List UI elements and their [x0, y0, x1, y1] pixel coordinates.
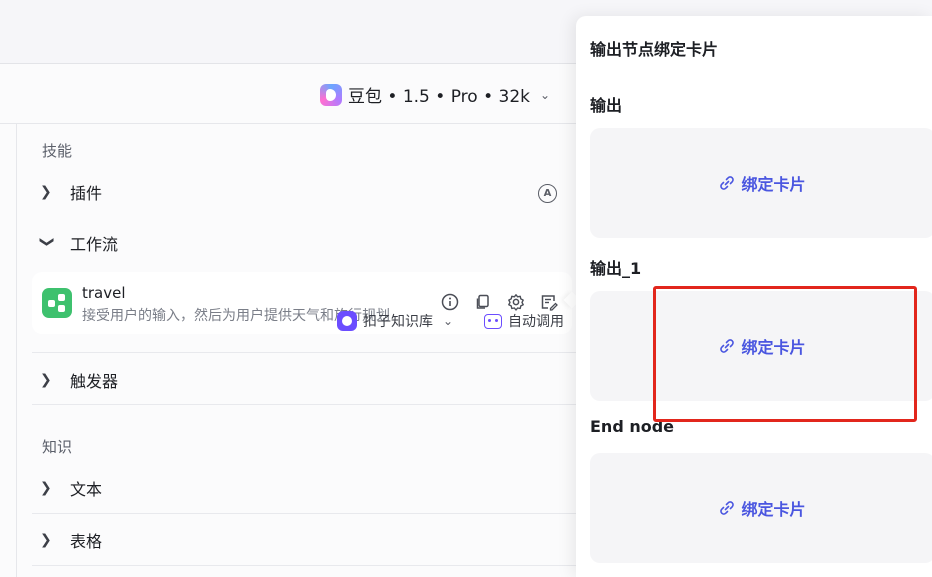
chevron-right-icon: ❯ — [40, 184, 52, 200]
divider — [32, 404, 576, 405]
settings-gear-icon[interactable] — [506, 292, 526, 312]
popover-title: 输出节点绑定卡片 — [590, 40, 719, 59]
divider — [32, 565, 576, 566]
model-name: 豆包 • 1.5 • Pro • 32k — [348, 87, 530, 107]
panel-divider — [16, 124, 17, 577]
auto-call-toggle[interactable]: 自动调用 — [484, 311, 564, 331]
skills-panel: 技能 ❯ 插件 A ❯ 工作流 travel 接受用户的输入，然后为用户提供天气… — [0, 124, 576, 577]
chevron-down-icon: ❯ — [39, 236, 55, 248]
bind-card-label: 绑定卡片 — [741, 175, 806, 194]
bind-card-label: 绑定卡片 — [741, 500, 806, 519]
chevron-right-icon: ❯ — [40, 372, 52, 388]
bind-card-button[interactable]: 绑定卡片 — [590, 128, 932, 238]
plugins-label: 插件 — [70, 184, 103, 203]
chevron-right-icon: ❯ — [40, 532, 52, 548]
output-section-label: 输出 — [590, 96, 623, 115]
info-icon[interactable] — [440, 292, 460, 312]
workflow-label: 工作流 — [70, 235, 119, 254]
link-icon — [720, 176, 735, 190]
divider — [32, 513, 576, 514]
divider — [32, 352, 576, 353]
table-knowledge-label: 表格 — [70, 532, 103, 551]
doubao-logo-icon — [320, 83, 342, 106]
workflow-row[interactable]: ❯ 工作流 — [32, 218, 576, 268]
workflow-actions — [440, 292, 559, 312]
link-icon — [720, 501, 735, 515]
text-knowledge-label: 文本 — [70, 480, 103, 499]
edit-notes-icon[interactable] — [539, 292, 559, 312]
skills-section-title: 技能 — [42, 142, 73, 160]
chevron-down-icon: ⌄ — [540, 87, 551, 102]
workflow-name: travel — [82, 284, 126, 302]
output-1-section-label: 输出_1 — [590, 259, 642, 278]
workflow-icon — [42, 288, 72, 318]
table-knowledge-row[interactable]: ❯ 表格 — [32, 515, 576, 565]
trigger-row[interactable]: ❯ 触发器 — [32, 355, 576, 405]
model-selector[interactable]: 豆包 • 1.5 • Pro • 32k ⌄ — [320, 82, 550, 107]
trigger-label: 触发器 — [70, 372, 119, 391]
bind-card-button[interactable]: 绑定卡片 — [590, 453, 932, 563]
text-knowledge-row[interactable]: ❯ 文本 — [32, 463, 576, 513]
copy-icon[interactable] — [473, 292, 493, 312]
plugins-row[interactable]: ❯ 插件 — [32, 167, 576, 217]
robot-icon — [484, 313, 502, 329]
knowledge-section-title: 知识 — [42, 438, 73, 456]
chevron-right-icon: ❯ — [40, 480, 52, 496]
auto-mode-icon[interactable]: A — [538, 184, 557, 203]
chevron-down-icon: ⌄ — [443, 314, 454, 328]
kb-select-label: 扣子知识库 — [363, 314, 433, 330]
auto-call-label: 自动调用 — [508, 314, 564, 330]
highlight-box — [653, 286, 917, 422]
knowledge-base-select[interactable]: 扣子知识库 ⌄ — [337, 311, 453, 331]
coze-kb-icon — [337, 311, 357, 331]
